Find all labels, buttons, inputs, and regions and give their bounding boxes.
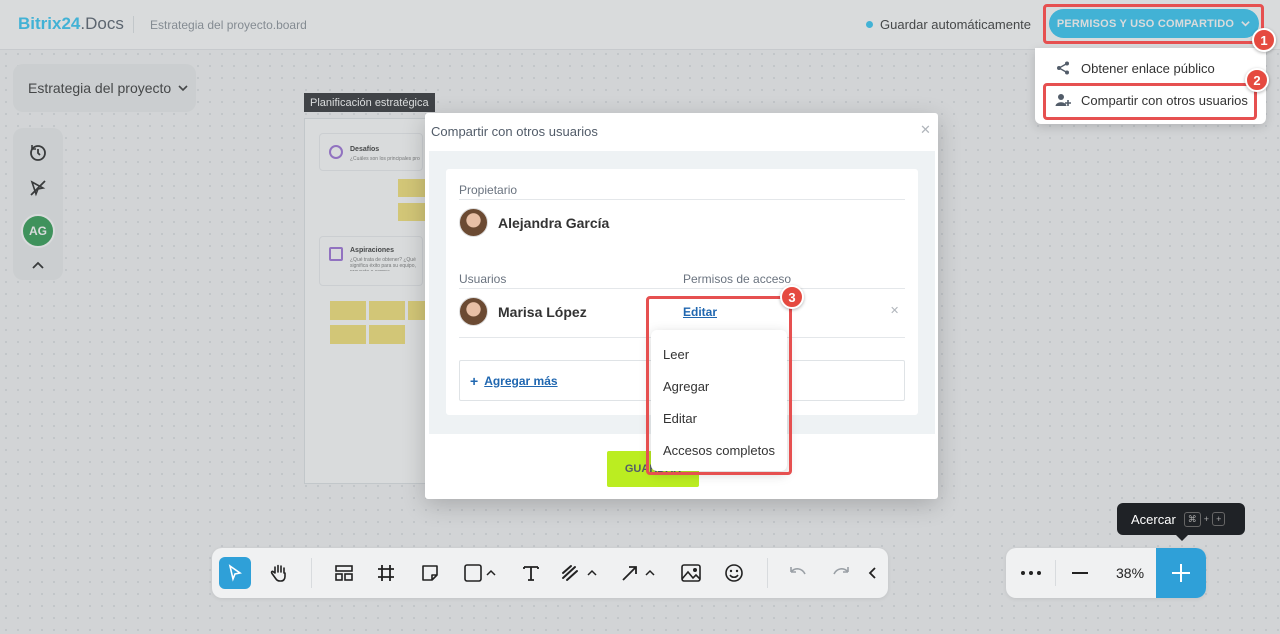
select-tool-icon[interactable] <box>219 557 251 589</box>
menu-item-label: Obtener enlace público <box>1081 60 1215 76</box>
owner-row: Alejandra García <box>459 208 609 237</box>
zoom-tooltip: Acercar ⌘ + + <box>1117 503 1245 535</box>
annotation-badge: 2 <box>1245 68 1269 92</box>
user-name: Marisa López <box>498 303 587 320</box>
plus-icon: + <box>470 372 479 389</box>
remove-user-icon[interactable]: ✕ <box>890 304 899 317</box>
template-icon[interactable] <box>328 557 360 589</box>
annotation-highlight <box>1043 83 1257 120</box>
user-row: Marisa López <box>459 297 587 326</box>
zoom-divider <box>1055 560 1056 586</box>
owner-name: Alejandra García <box>498 214 610 231</box>
users-column-header: Usuarios <box>459 272 507 286</box>
sticky-note-icon[interactable] <box>414 557 446 589</box>
plus-icon <box>1172 564 1190 582</box>
annotation-badge: 3 <box>780 285 804 309</box>
text-tool-icon[interactable] <box>515 557 547 589</box>
shape-tool-icon[interactable] <box>458 557 502 589</box>
annotation-highlight <box>1043 4 1264 44</box>
toolbar-divider <box>767 558 768 588</box>
arrow-tool-icon[interactable] <box>616 557 662 589</box>
annotation-highlight <box>646 296 792 475</box>
shortcut-key: ⌘ <box>1183 511 1201 527</box>
emoji-tool-icon[interactable] <box>718 557 750 589</box>
shortcut-separator: + <box>1203 514 1210 524</box>
owner-label: Propietario <box>459 183 518 197</box>
divider <box>459 199 905 200</box>
undo-icon[interactable] <box>782 557 814 589</box>
access-column-header: Permisos de acceso <box>683 272 792 286</box>
add-more-label: Agregar más <box>484 373 558 388</box>
frame-tool-icon[interactable] <box>370 557 402 589</box>
tooltip-label: Acercar <box>1131 511 1176 527</box>
more-options-icon[interactable] <box>1018 563 1044 588</box>
tooltip-arrow <box>1176 535 1188 541</box>
zoom-level: 38% <box>1116 565 1145 581</box>
avatar <box>459 208 488 237</box>
bottom-toolbar <box>212 548 888 598</box>
keyboard-shortcut: ⌘ + + <box>1183 511 1226 527</box>
annotation-badge: 1 <box>1252 28 1276 52</box>
divider <box>459 288 905 289</box>
shortcut-key: + <box>1212 512 1226 526</box>
menu-item-public-link[interactable]: Obtener enlace público <box>1055 60 1215 76</box>
dialog-title: Compartir con otros usuarios <box>431 124 598 139</box>
image-tool-icon[interactable] <box>675 557 707 589</box>
share-icon <box>1057 61 1069 75</box>
zoom-controls: 38% <box>1006 548 1206 598</box>
collapse-toolbar-icon[interactable] <box>856 557 888 589</box>
toolbar-divider <box>311 558 312 588</box>
redo-icon[interactable] <box>825 557 857 589</box>
pen-tool-icon[interactable] <box>556 557 602 589</box>
avatar <box>459 297 488 326</box>
close-icon[interactable]: ✕ <box>920 122 931 138</box>
zoom-out-icon[interactable] <box>1070 563 1090 588</box>
zoom-in-button[interactable] <box>1156 548 1206 598</box>
hand-tool-icon[interactable] <box>263 557 295 589</box>
